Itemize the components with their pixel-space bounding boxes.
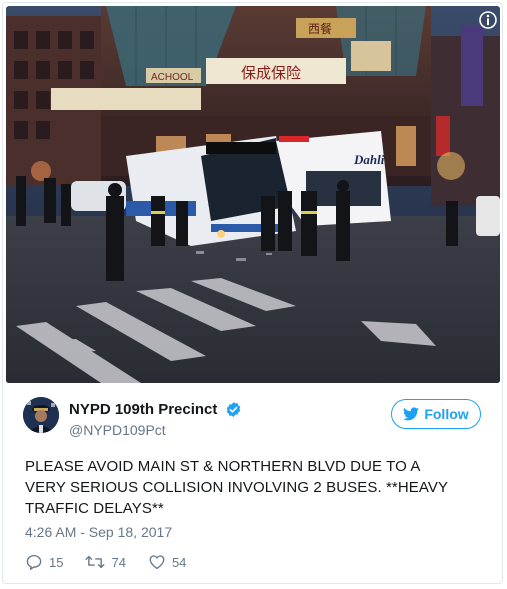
tweet-card: 保成保险 ACHOOL 西餐 中医	[2, 2, 503, 584]
tweet-text-line: PLEASE AVOID MAIN ST & NORTHERN BLVD DUE…	[25, 458, 421, 475]
follow-button[interactable]: Follow	[391, 399, 481, 429]
reply-icon	[26, 554, 42, 570]
tweet-text: PLEASE AVOID MAIN ST & NORTHERN BLVD DUE…	[25, 456, 485, 519]
reply-count: 15	[49, 554, 64, 570]
retweet-count: 74	[111, 554, 126, 570]
verified-badge-icon	[225, 401, 242, 418]
bus-sign-text: Dahli	[353, 152, 385, 167]
retweet-button[interactable]: 74	[85, 553, 126, 571]
shop-sign-text: ACHOOL	[151, 72, 194, 83]
heart-icon	[149, 555, 165, 570]
retweet-icon	[85, 555, 106, 569]
reply-button[interactable]: 15	[25, 553, 63, 571]
like-count: 54	[171, 554, 187, 570]
display-name[interactable]: NYPD 109th Precinct	[69, 401, 217, 418]
tweet-photo[interactable]: 保成保险 ACHOOL 西餐 中医	[6, 6, 500, 383]
tweet-actions: 15 74 54	[25, 553, 208, 571]
follow-label: Follow	[424, 406, 469, 422]
like-button[interactable]: 54	[148, 553, 186, 571]
shop-sign-text: 保成保险	[241, 64, 301, 82]
shop-sign-text: 西餐	[308, 21, 332, 36]
handle[interactable]: @NYPD109Pct	[69, 422, 242, 438]
tweet-text-line: TRAFFIC DELAYS**	[25, 500, 164, 517]
twitter-bird-icon	[403, 407, 420, 421]
tweet-timestamp[interactable]: 4:26 AM - Sep 18, 2017	[25, 524, 172, 540]
tweet-author: NYPD 109th Precinct @NYPD109Pct Follow	[23, 397, 483, 441]
avatar[interactable]	[23, 397, 59, 433]
tweet-text-line: VERY SERIOUS COLLISION INVOLVING 2 BUSES…	[25, 479, 449, 496]
